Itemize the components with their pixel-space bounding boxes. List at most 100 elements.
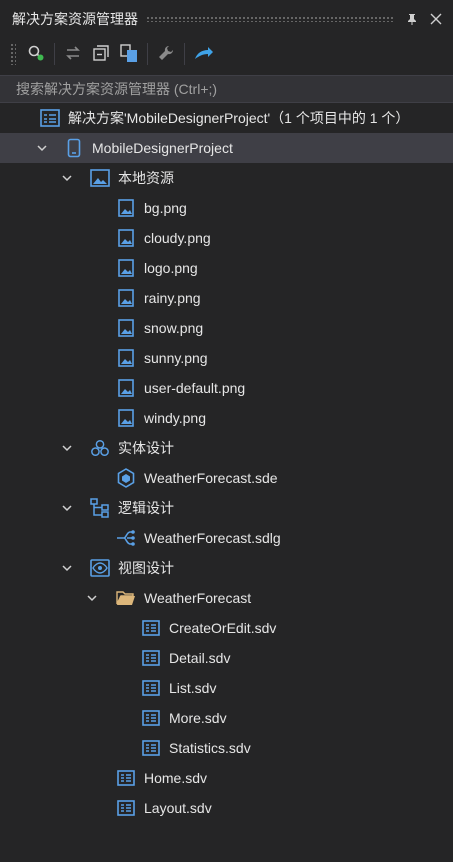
tree-item-file[interactable]: windy.png	[0, 403, 453, 433]
titlebar-grip[interactable]	[146, 15, 393, 22]
image-file-icon	[116, 408, 136, 428]
image-file-icon	[116, 378, 136, 398]
file-label: Home.sdv	[144, 770, 208, 786]
file-label: bg.png	[144, 200, 187, 216]
folder-label: WeatherForecast	[144, 590, 252, 606]
tree-item-file[interactable]: rainy.png	[0, 283, 453, 313]
toolbar-grip	[10, 43, 16, 65]
tree-item-file[interactable]: sunny.png	[0, 343, 453, 373]
view-file-icon	[141, 618, 161, 638]
tree-item-file[interactable]: CreateOrEdit.sdv	[0, 613, 453, 643]
file-label: Statistics.sdv	[169, 740, 251, 756]
mobile-project-icon	[64, 138, 84, 158]
tree-item-file[interactable]: WeatherForecast.sdlg	[0, 523, 453, 553]
collapse-all-icon	[91, 43, 111, 66]
tree-item-entity-design[interactable]: 实体设计	[0, 433, 453, 463]
preview-selected-items-button[interactable]	[189, 41, 217, 67]
logic-file-icon	[116, 528, 136, 548]
show-all-files-icon	[119, 43, 139, 66]
view-file-icon	[141, 738, 161, 758]
panel-titlebar: 解决方案资源管理器	[0, 0, 453, 37]
tree-item-file[interactable]: Layout.sdv	[0, 793, 453, 823]
show-all-files-button[interactable]	[115, 41, 143, 67]
tree-item-file[interactable]: WeatherForecast.sde	[0, 463, 453, 493]
file-label: CreateOrEdit.sdv	[169, 620, 277, 636]
chevron-down-icon[interactable]	[60, 441, 74, 455]
file-label: Layout.sdv	[144, 800, 212, 816]
view-file-icon	[141, 678, 161, 698]
tree-item-folder-weatherforecast[interactable]: WeatherForecast	[0, 583, 453, 613]
logic-design-label: 逻辑设计	[118, 500, 174, 516]
switch-views-button[interactable]	[59, 41, 87, 67]
search-input[interactable]	[0, 76, 453, 102]
view-file-icon	[141, 708, 161, 728]
file-label: WeatherForecast.sde	[144, 470, 278, 486]
tree-item-local-resources[interactable]: 本地资源	[0, 163, 453, 193]
view-file-icon	[141, 648, 161, 668]
view-design-label: 视图设计	[118, 560, 174, 576]
solution-icon	[40, 108, 60, 128]
image-file-icon	[116, 258, 136, 278]
view-file-icon	[116, 768, 136, 788]
file-label: cloudy.png	[144, 230, 211, 246]
solution-label: 解决方案'MobileDesignerProject'（1 个项目中的 1 个）	[68, 110, 410, 126]
open-folder-icon	[116, 588, 136, 608]
entity-design-icon	[90, 438, 110, 458]
chevron-down-icon[interactable]	[85, 591, 99, 605]
file-label: user-default.png	[144, 380, 246, 396]
chevron-down-icon[interactable]	[60, 561, 74, 575]
search-box[interactable]	[0, 75, 453, 103]
project-label: MobileDesignerProject	[92, 140, 233, 156]
file-label: List.sdv	[169, 680, 217, 696]
preview-arrow-icon	[192, 43, 214, 66]
tree-item-view-design[interactable]: 视图设计	[0, 553, 453, 583]
image-file-icon	[116, 288, 136, 308]
tree-item-file[interactable]: Statistics.sdv	[0, 733, 453, 763]
toolbar-separator	[54, 43, 55, 65]
close-icon[interactable]	[425, 8, 447, 30]
local-resources-label: 本地资源	[118, 170, 174, 186]
tree-item-file[interactable]: Detail.sdv	[0, 643, 453, 673]
file-label: rainy.png	[144, 290, 201, 306]
pin-icon[interactable]	[401, 8, 423, 30]
toolbar-separator	[184, 43, 185, 65]
collapse-all-button[interactable]	[87, 41, 115, 67]
tree-item-file[interactable]: snow.png	[0, 313, 453, 343]
image-file-icon	[116, 348, 136, 368]
properties-button[interactable]	[152, 41, 180, 67]
sync-with-active-document-button[interactable]	[22, 41, 50, 67]
sync-icon	[26, 43, 46, 66]
tree-item-file[interactable]: List.sdv	[0, 673, 453, 703]
file-label: logo.png	[144, 260, 198, 276]
tree-item-file[interactable]: bg.png	[0, 193, 453, 223]
tree-item-solution[interactable]: 解决方案'MobileDesignerProject'（1 个项目中的 1 个）	[0, 103, 453, 133]
file-label: Detail.sdv	[169, 650, 231, 666]
entity-file-icon	[116, 468, 136, 488]
image-file-icon	[116, 228, 136, 248]
chevron-down-icon[interactable]	[35, 141, 49, 155]
file-label: windy.png	[144, 410, 207, 426]
image-folder-icon	[90, 168, 110, 188]
tree-item-file[interactable]: logo.png	[0, 253, 453, 283]
switch-views-icon	[63, 43, 83, 66]
chevron-down-icon[interactable]	[60, 171, 74, 185]
tree-item-file[interactable]: More.sdv	[0, 703, 453, 733]
tree-item-file[interactable]: Home.sdv	[0, 763, 453, 793]
entity-design-label: 实体设计	[118, 440, 174, 456]
file-label: More.sdv	[169, 710, 227, 726]
image-file-icon	[116, 318, 136, 338]
file-label: snow.png	[144, 320, 204, 336]
file-label: sunny.png	[144, 350, 208, 366]
panel-title: 解决方案资源管理器	[12, 10, 138, 27]
tree-item-file[interactable]: cloudy.png	[0, 223, 453, 253]
file-label: WeatherForecast.sdlg	[144, 530, 281, 546]
properties-wrench-icon	[156, 43, 176, 66]
image-file-icon	[116, 198, 136, 218]
chevron-down-icon[interactable]	[60, 501, 74, 515]
logic-design-icon	[90, 498, 110, 518]
solution-explorer-toolbar	[0, 37, 453, 71]
view-file-icon	[116, 798, 136, 818]
tree-item-project[interactable]: MobileDesignerProject	[0, 133, 453, 163]
tree-item-file[interactable]: user-default.png	[0, 373, 453, 403]
tree-item-logic-design[interactable]: 逻辑设计	[0, 493, 453, 523]
